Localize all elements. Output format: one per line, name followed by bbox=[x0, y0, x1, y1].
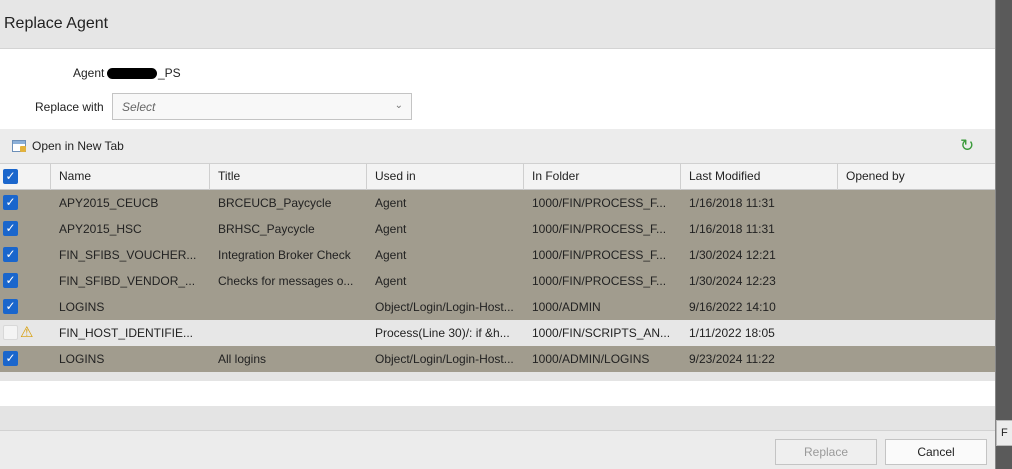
column-header-title[interactable]: Title bbox=[210, 164, 367, 190]
cell-used-in: Object/Login/Login-Host... bbox=[375, 300, 514, 314]
cell-title bbox=[210, 320, 366, 346]
dialog-titlebar: Replace Agent bbox=[0, 0, 995, 49]
cell-used-in: Process(Line 30)/: if &h... bbox=[375, 326, 510, 340]
cell-used-in: Agent bbox=[375, 222, 407, 236]
table-row[interactable]: ✓ APY2015_CEUCB BRCEUCB_Paycycle Agent 1000/… bbox=[0, 190, 995, 216]
cell-title: All logins bbox=[218, 352, 267, 366]
row-checkbox[interactable]: ✓ bbox=[3, 351, 18, 366]
cell-in-folder: 1000/FIN/PROCESS_F... bbox=[532, 222, 667, 236]
refresh-icon[interactable]: ↻ bbox=[960, 137, 974, 154]
warning-icon: ⚠ bbox=[20, 324, 34, 341]
cell-in-folder: 1000/FIN/SCRIPTS_AN... bbox=[532, 326, 671, 340]
cell-opened-by bbox=[838, 294, 995, 320]
cell-title: Integration Broker Check bbox=[218, 248, 351, 262]
cell-opened-by bbox=[838, 346, 995, 372]
cell-title: BRCEUCB_Paycycle bbox=[218, 196, 332, 210]
dialog-title: Replace Agent bbox=[4, 15, 109, 32]
cell-name: APY2015_CEUCB bbox=[59, 196, 159, 210]
cell-in-folder: 1000/ADMIN/LOGINS bbox=[532, 352, 650, 366]
cell-opened-by bbox=[838, 268, 995, 294]
table-scroll-track bbox=[0, 372, 995, 381]
cell-name: APY2015_HSC bbox=[59, 222, 142, 236]
cell-opened-by bbox=[838, 190, 995, 216]
column-header-last-modified[interactable]: Last Modified bbox=[681, 164, 838, 190]
cell-title bbox=[210, 294, 366, 320]
cell-in-folder: 1000/ADMIN bbox=[532, 300, 601, 314]
agent-name-suffix: _PS bbox=[158, 66, 181, 80]
cell-title: BRHSC_Paycycle bbox=[218, 222, 315, 236]
cancel-button[interactable]: Cancel bbox=[885, 439, 987, 465]
cell-used-in: Agent bbox=[375, 248, 407, 262]
cell-last-modified: 1/30/2024 12:23 bbox=[689, 274, 776, 288]
select-all-checkbox[interactable]: ✓ bbox=[3, 169, 18, 184]
table-header: ✓ Name Title Used in In Folder Last Modi… bbox=[0, 163, 995, 190]
cell-in-folder: 1000/FIN/PROCESS_F... bbox=[532, 274, 667, 288]
table-row[interactable]: ✓ FIN_SFIBD_VENDOR_... Checks for messages… bbox=[0, 268, 995, 294]
agent-label: Agent bbox=[73, 66, 105, 80]
table-row[interactable]: ✓ FIN_SFIBS_VOUCHER... Integration Broker … bbox=[0, 242, 995, 268]
cell-name: FIN_SFIBS_VOUCHER... bbox=[59, 248, 197, 262]
cell-used-in: Object/Login/Login-Host... bbox=[375, 352, 514, 366]
column-header-name[interactable]: Name bbox=[51, 164, 210, 190]
toolbar: Open in New Tab ↻ bbox=[0, 129, 995, 163]
cell-last-modified: 1/16/2018 11:31 bbox=[689, 222, 775, 236]
open-in-new-tab-button[interactable]: Open in New Tab bbox=[12, 139, 124, 153]
row-checkbox[interactable] bbox=[3, 325, 18, 340]
cell-used-in: Agent bbox=[375, 196, 407, 210]
replace-with-label: Replace with bbox=[35, 100, 104, 114]
table-row[interactable]: ⚠ FIN_HOST_IDENTIFIE... Process(Line 30)/:… bbox=[0, 320, 995, 346]
table-row[interactable]: ✓ LOGINS All logins Object/Login/Login-Host… bbox=[0, 346, 995, 372]
background-fragment: F bbox=[996, 420, 1012, 446]
cell-last-modified: 1/16/2018 11:31 bbox=[689, 196, 775, 210]
cell-last-modified: 9/16/2022 14:10 bbox=[689, 300, 776, 314]
replace-agent-dialog: Replace Agent Agent _PS Replace with Sel… bbox=[0, 0, 995, 469]
cell-last-modified: 1/11/2022 18:05 bbox=[689, 326, 775, 340]
cell-opened-by bbox=[838, 216, 995, 242]
row-checkbox[interactable]: ✓ bbox=[3, 195, 18, 210]
cell-last-modified: 1/30/2024 12:21 bbox=[689, 248, 776, 262]
cell-opened-by bbox=[838, 320, 995, 346]
open-in-new-tab-label: Open in New Tab bbox=[32, 139, 124, 153]
select-placeholder: Select bbox=[122, 100, 156, 114]
cell-in-folder: 1000/FIN/PROCESS_F... bbox=[532, 196, 667, 210]
usage-table: ✓ Name Title Used in In Folder Last Modi… bbox=[0, 163, 995, 372]
agent-value: _PS bbox=[107, 66, 181, 80]
row-checkbox[interactable]: ✓ bbox=[3, 247, 18, 262]
cell-name: FIN_HOST_IDENTIFIE... bbox=[59, 326, 194, 340]
cell-name: LOGINS bbox=[59, 300, 105, 314]
cell-name: FIN_SFIBD_VENDOR_... bbox=[59, 274, 196, 288]
column-header-opened-by[interactable]: Opened by bbox=[838, 164, 995, 190]
replace-button[interactable]: Replace bbox=[775, 439, 877, 465]
redaction-mark bbox=[107, 68, 157, 80]
background-window-edge: F bbox=[995, 0, 1012, 469]
row-checkbox[interactable]: ✓ bbox=[3, 273, 18, 288]
new-tab-icon bbox=[12, 140, 26, 152]
cell-name: LOGINS bbox=[59, 352, 105, 366]
cell-last-modified: 9/23/2024 11:22 bbox=[689, 352, 775, 366]
cell-used-in: Agent bbox=[375, 274, 407, 288]
column-header-used-in[interactable]: Used in bbox=[367, 164, 524, 190]
dialog-spacer bbox=[0, 406, 995, 430]
cell-title: Checks for messages o... bbox=[218, 274, 354, 288]
table-row[interactable]: ✓ APY2015_HSC BRHSC_Paycycle Agent 1000/FIN/… bbox=[0, 216, 995, 242]
cell-in-folder: 1000/FIN/PROCESS_F... bbox=[532, 248, 667, 262]
row-checkbox[interactable]: ✓ bbox=[3, 221, 18, 236]
row-checkbox[interactable]: ✓ bbox=[3, 299, 18, 314]
dialog-footer: Replace Cancel bbox=[0, 430, 995, 469]
cell-opened-by bbox=[838, 242, 995, 268]
table-body: ✓ APY2015_CEUCB BRCEUCB_Paycycle Agent 1000/… bbox=[0, 190, 995, 372]
chevron-down-icon: ⌄ bbox=[394, 100, 403, 111]
table-row[interactable]: ✓ LOGINS Object/Login/Login-Host... 1000/AD… bbox=[0, 294, 995, 320]
select-all-cell: ✓ bbox=[0, 164, 51, 190]
replace-with-select[interactable]: Select ⌄ bbox=[112, 93, 412, 120]
column-header-in-folder[interactable]: In Folder bbox=[524, 164, 681, 190]
